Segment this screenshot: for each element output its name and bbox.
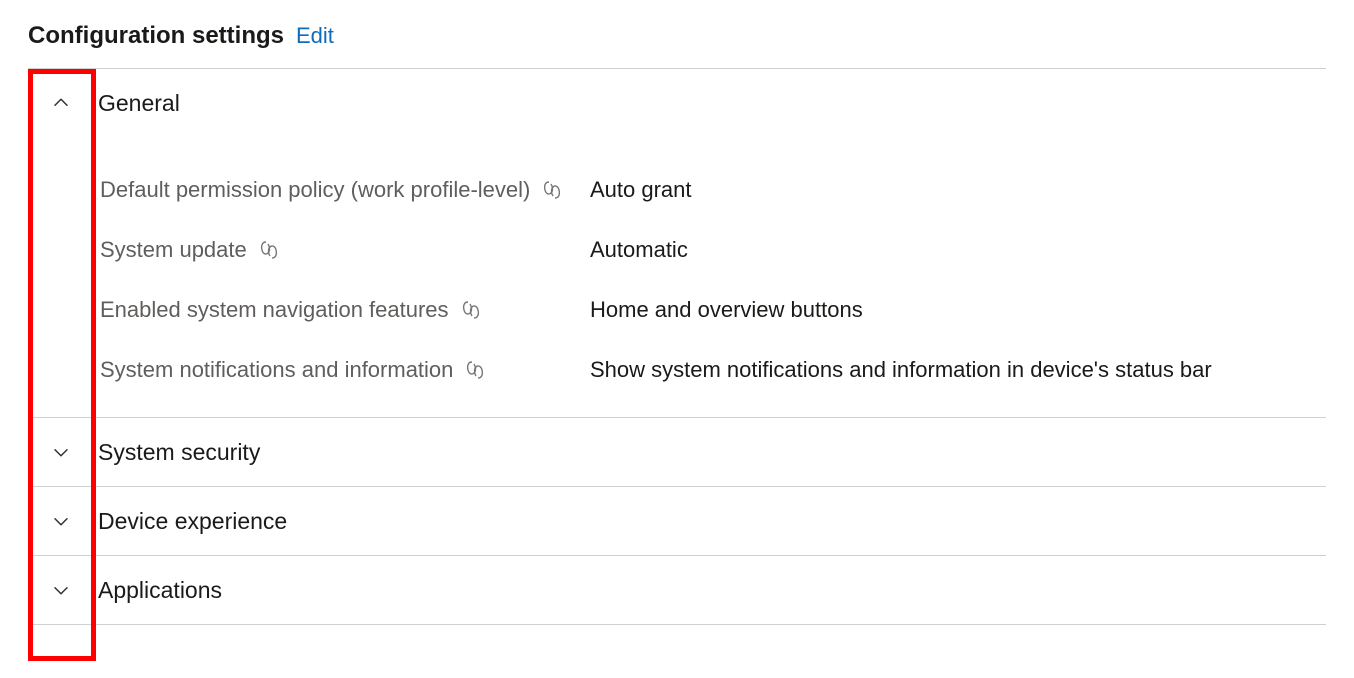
setting-row: System update Automatic: [28, 225, 1326, 285]
section-title-general: General: [94, 90, 180, 117]
setting-label: System notifications and information: [100, 353, 590, 387]
setting-value: Show system notifications and informatio…: [590, 353, 1326, 387]
section-header-general[interactable]: General: [28, 69, 1326, 137]
edit-link[interactable]: Edit: [296, 23, 334, 49]
section-title-applications: Applications: [94, 577, 222, 604]
copilot-icon[interactable]: [463, 358, 487, 382]
setting-value: Automatic: [590, 233, 1326, 267]
section-title-system-security: System security: [94, 439, 260, 466]
copilot-icon[interactable]: [257, 238, 281, 262]
section-header-system-security[interactable]: System security: [28, 418, 1326, 486]
section-title-device-experience: Device experience: [94, 508, 287, 535]
setting-label: System update: [100, 233, 590, 267]
setting-label: Enabled system navigation features: [100, 293, 590, 327]
section-header-device-experience[interactable]: Device experience: [28, 487, 1326, 555]
setting-row: System notifications and information Sho…: [28, 345, 1326, 395]
section-applications: Applications: [28, 556, 1326, 625]
section-body-general: Default permission policy (work profile-…: [28, 137, 1326, 417]
section-system-security: System security: [28, 418, 1326, 487]
section-header-applications[interactable]: Applications: [28, 556, 1326, 624]
settings-accordion: General Default permission policy (work …: [28, 69, 1326, 625]
setting-row: Enabled system navigation features Home …: [28, 285, 1326, 345]
chevron-down-icon: [52, 512, 70, 530]
setting-value: Home and overview buttons: [590, 293, 1326, 327]
chevron-down-icon: [52, 443, 70, 461]
section-general: General Default permission policy (work …: [28, 69, 1326, 418]
copilot-icon[interactable]: [540, 178, 564, 202]
page-header: Configuration settings Edit: [28, 22, 1326, 50]
section-device-experience: Device experience: [28, 487, 1326, 556]
chevron-up-icon: [52, 94, 70, 112]
setting-label: Default permission policy (work profile-…: [100, 173, 590, 207]
chevron-down-icon: [52, 581, 70, 599]
page-title: Configuration settings: [28, 22, 284, 50]
copilot-icon[interactable]: [459, 298, 483, 322]
setting-row: Default permission policy (work profile-…: [28, 165, 1326, 225]
setting-value: Auto grant: [590, 173, 1326, 207]
